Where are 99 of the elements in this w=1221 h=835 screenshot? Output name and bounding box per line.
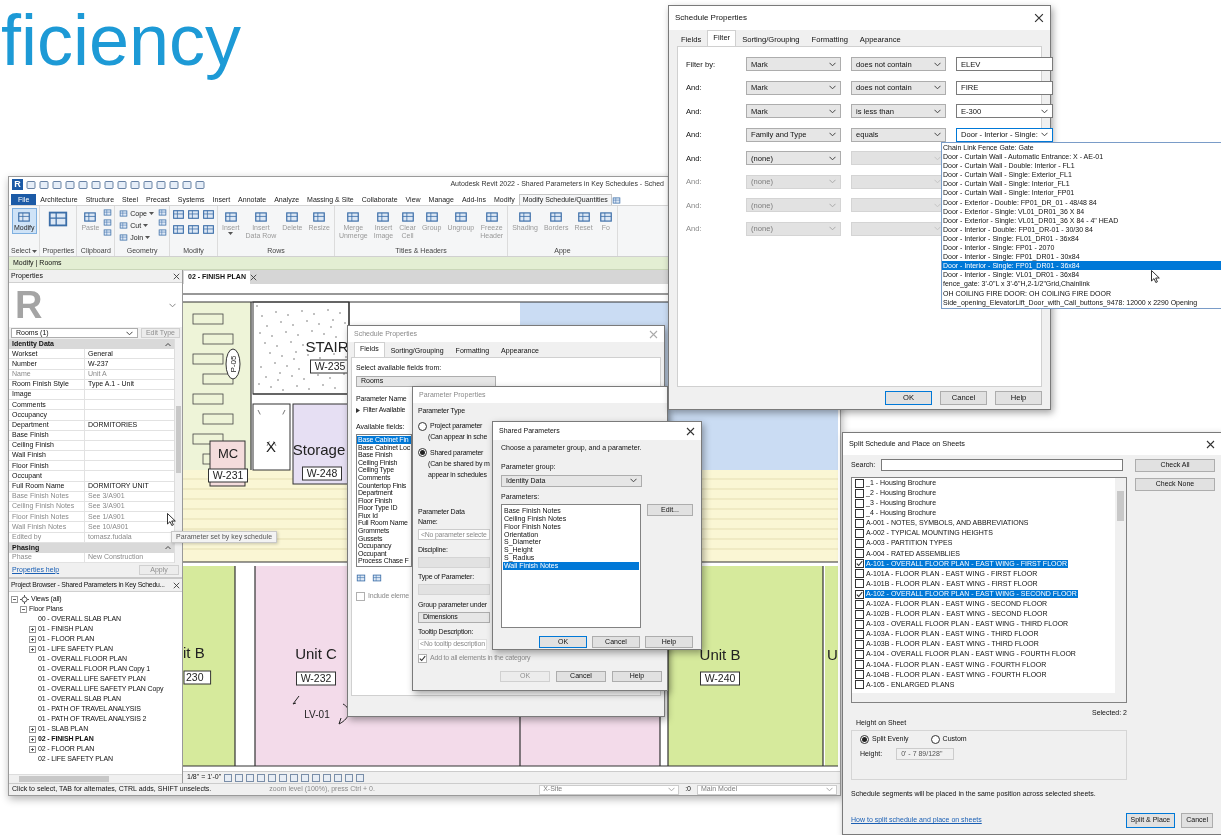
radio-button[interactable] [418,448,427,458]
checkbox[interactable] [855,660,864,670]
room-tag: W-231 [208,468,248,483]
room-tag: W-232 [296,671,336,686]
chevron-down-icon [829,226,836,232]
chevron-down-icon [934,85,941,91]
chevron-down-icon [829,61,836,67]
expand-icon[interactable] [29,645,36,653]
checkbox[interactable] [855,529,864,538]
tool-icon[interactable] [17,210,32,224]
checkbox[interactable] [855,549,864,559]
chevron-down-icon [934,179,941,185]
tool-icon[interactable] [119,233,129,242]
room-label: it B [183,644,205,661]
chevron-down-icon [829,132,836,138]
checkbox[interactable] [855,478,864,488]
views-icon [20,594,29,604]
checkbox[interactable] [855,599,864,609]
chevron-down-icon [934,108,941,114]
checkbox[interactable] [855,488,864,498]
close-icon[interactable] [173,581,180,589]
scrollbar[interactable] [852,693,1126,702]
checkbox[interactable] [855,619,864,629]
tool-icon[interactable] [119,221,129,230]
checkbox[interactable] [855,589,864,599]
checkbox[interactable] [855,579,864,589]
search-field[interactable] [881,459,1124,471]
door-mark: P-05 [225,348,241,380]
room-tag: W-235 [310,359,350,374]
room-tag: W-240 [700,671,740,686]
room-label: U [827,646,838,663]
scrollbar[interactable] [1115,478,1126,693]
radio-button[interactable] [860,734,869,744]
chevron-down-icon [829,85,836,91]
checkbox[interactable] [855,569,864,579]
chevron-down-icon [829,108,836,114]
checkbox[interactable] [855,670,864,680]
room-tag: 230 [183,670,212,685]
checkbox[interactable] [855,518,864,528]
app-logo[interactable]: R [12,179,23,190]
close-icon[interactable] [686,426,695,436]
chevron-down-icon [934,61,941,67]
chevron-down-icon [125,330,133,336]
room-label: Unit B [699,646,741,663]
checkbox[interactable] [855,650,864,660]
room-tag: W-248 [302,466,342,481]
chevron-down-icon [829,155,836,161]
chevron-down-icon [630,478,637,484]
caret-icon [149,212,154,215]
chevron-down-icon [934,155,941,161]
checkbox[interactable] [855,680,864,690]
chevron-down-icon [829,179,836,185]
chevron-down-icon [1041,108,1048,114]
checkbox[interactable] [855,559,864,569]
expand-icon[interactable] [29,725,36,733]
scrollbar[interactable] [9,774,182,783]
type-image: R [15,286,43,324]
expand-icon[interactable] [29,635,36,643]
expand-arrow-icon [356,407,360,413]
callout-label: LV-01 [304,709,330,720]
checkbox[interactable] [855,508,864,518]
checkbox[interactable] [855,539,864,549]
caret-icon [143,224,149,227]
close-icon[interactable] [173,272,180,280]
chevron-down-icon [1041,132,1048,138]
mouse-cursor-icon [1151,270,1160,283]
checkbox[interactable] [855,609,864,619]
close-icon[interactable] [1034,13,1044,23]
checkbox[interactable] [855,640,864,650]
chevron-down-icon [169,302,176,308]
chevron-down-icon [934,132,941,138]
radio-button[interactable] [418,421,427,431]
close-icon[interactable] [249,273,257,281]
caret-icon [32,249,38,253]
room-label: Unit C [295,645,337,662]
caret-icon [145,236,151,239]
collapse-icon[interactable] [11,595,18,603]
collapse-icon[interactable] [20,605,27,613]
close-icon[interactable] [1206,439,1215,449]
room-label: Storage [292,441,346,458]
room-label: STAIR [305,338,349,355]
chevron-down-icon [826,787,833,792]
dialog-title: Schedule Properties [675,13,748,23]
expand-icon[interactable] [29,625,36,633]
chevron-down-icon [829,202,836,208]
radio-button[interactable] [930,734,940,744]
room-label: MC [217,446,239,461]
checkbox[interactable] [855,629,864,639]
expand-icon[interactable] [29,745,36,753]
mouse-cursor-icon [167,513,176,526]
expand-icon[interactable] [29,735,36,743]
tool-icon[interactable] [119,209,129,218]
slide-title: ficiency [0,0,243,80]
chevron-down-icon [934,202,941,208]
checkbox[interactable] [855,498,864,508]
room-label: X [266,438,276,455]
chevron-down-icon [934,226,941,232]
chevron-down-icon [668,787,676,792]
caret-icon [228,231,234,235]
